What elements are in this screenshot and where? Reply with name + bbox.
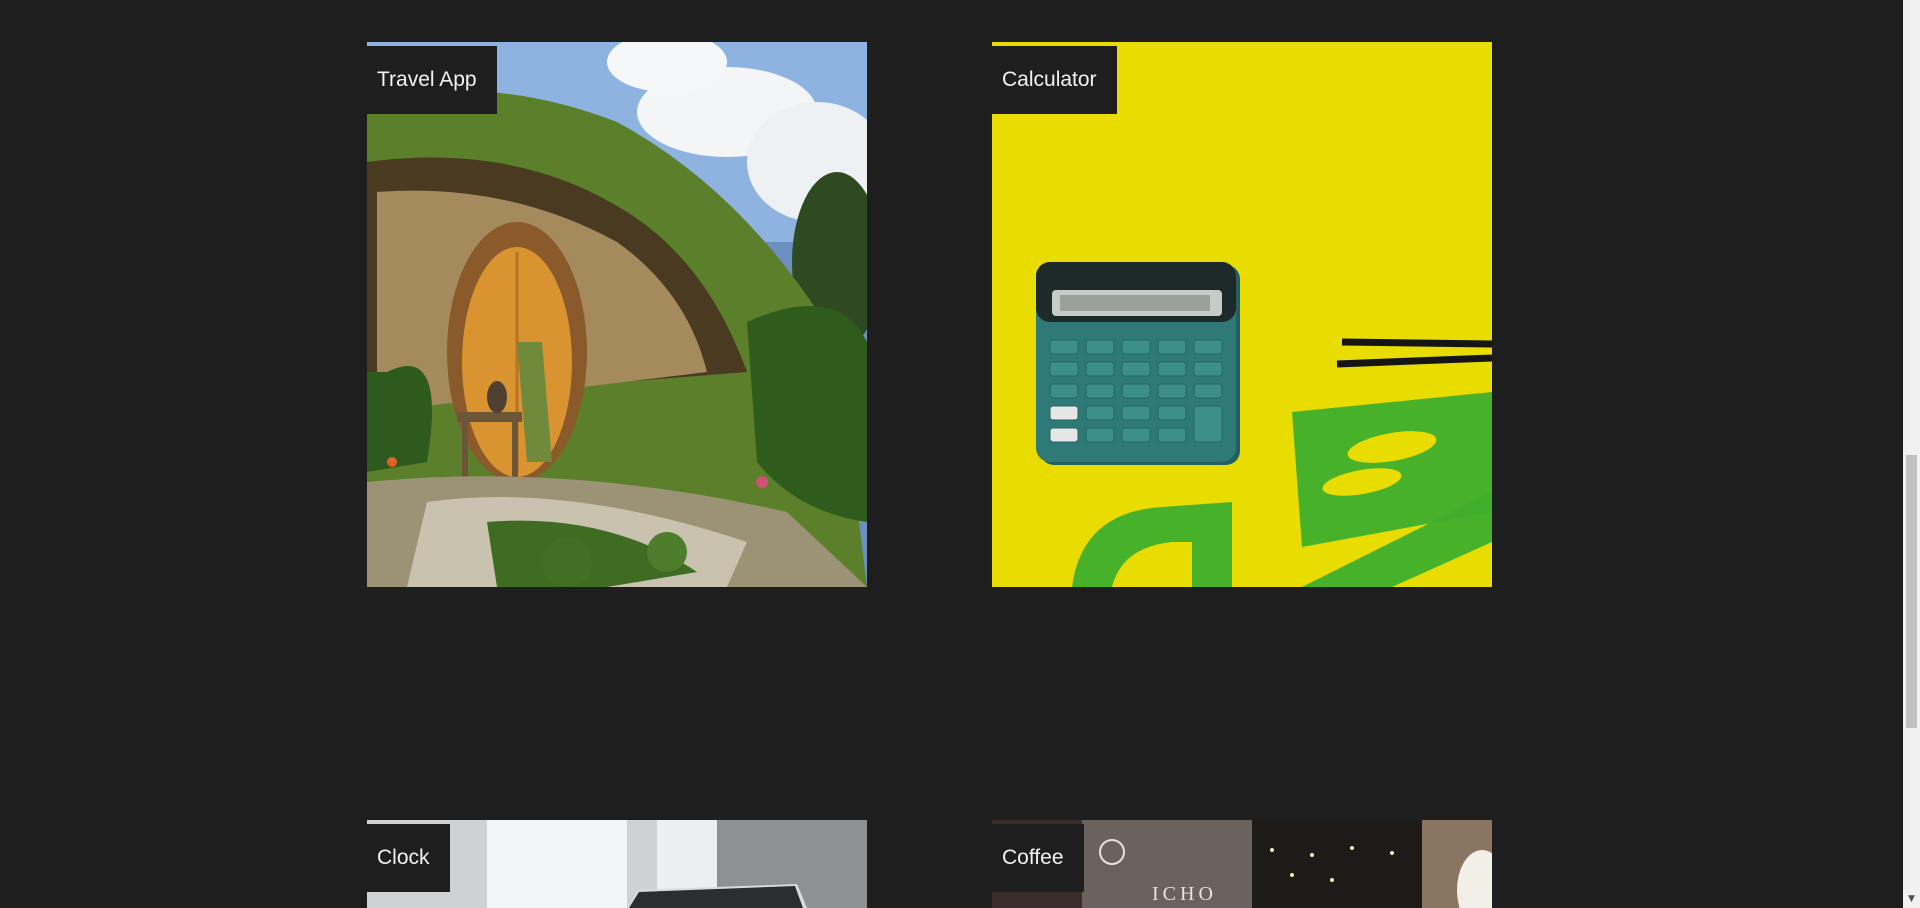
svg-text:ICHO: ICHO <box>1152 883 1217 905</box>
calculator-on-yellow-image <box>992 42 1492 587</box>
project-card-calculator[interactable]: Calculator <box>992 42 1492 587</box>
project-card-clock[interactable]: Clock <box>367 820 867 908</box>
scroll-down-arrow-icon[interactable]: ▼ <box>1903 891 1920 908</box>
project-label: Calculator <box>992 46 1117 114</box>
scrollbar-thumb[interactable] <box>1906 455 1917 728</box>
project-label: Clock <box>367 824 450 892</box>
project-card-coffee[interactable]: ICHO Coffee <box>992 820 1492 908</box>
project-label: Travel App <box>367 46 497 114</box>
portfolio-page: Travel App Calculator Clock ICHO Coffee … <box>0 0 1920 908</box>
project-card-travel-app[interactable]: Travel App <box>367 42 867 587</box>
project-label: Coffee <box>992 824 1084 892</box>
page-scrollbar[interactable]: ▼ <box>1903 0 1920 908</box>
hobbit-house-image <box>367 42 867 587</box>
